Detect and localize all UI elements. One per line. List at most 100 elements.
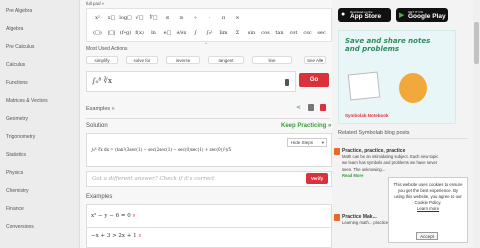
action-button-simplify[interactable]: simplify	[86, 56, 118, 64]
example-item[interactable]: x² − y − 6 = 0 ⌕	[91, 213, 136, 220]
go-button[interactable]: Go	[299, 73, 329, 87]
math-keyboard: x² x□ log□ √□ ∜□ ≤ ≥ ÷ · π ∞ (□) |□| (f∘g) f(x) ln e□ ∂/∂…	[86, 8, 332, 42]
keyboard-key[interactable]: ≤	[161, 13, 174, 23]
keyboard-key[interactable]: log□	[119, 13, 132, 23]
keyboard-key[interactable]: (f∘g)	[119, 28, 132, 38]
scrollbar-thumb[interactable]	[474, 22, 479, 64]
sidebar-item-functions[interactable]: Functions	[6, 80, 28, 86]
google-play-button[interactable]: ▶ GET IT ON Google Play	[396, 8, 448, 22]
verify-field[interactable]: Got a different answer? Check if it's co…	[86, 171, 332, 187]
solution-box: ∫₀⁸ ∛x dx = (tan²(3sec(1) − sec(2sec(1) …	[86, 133, 332, 167]
bookmark-icon[interactable]	[285, 79, 289, 86]
promo-title: Save and share notes and problems	[345, 37, 431, 53]
search-icon: ⌕	[130, 213, 136, 219]
keyboard-key[interactable]: |□|	[105, 28, 118, 38]
sidebar-item-trigonometry[interactable]: Trigonometry	[6, 134, 35, 140]
app-store-button[interactable]: ● Download on the App Store	[338, 8, 391, 22]
keyboard-expand-icon[interactable]: ⌄	[204, 40, 208, 46]
scrollbar[interactable]	[473, 0, 480, 248]
see-all-select[interactable]: See All ▾	[304, 56, 326, 64]
solution-result: ∫₀⁸ ∛x dx = (tan²(3sec(1) − sec(2sec(1) …	[91, 148, 232, 153]
keyboard-key[interactable]: ∜□	[147, 13, 160, 23]
keyboard-key[interactable]: ∞	[231, 13, 244, 23]
keyboard-key[interactable]: ∫	[189, 28, 202, 38]
keyboard-key[interactable]: ln	[147, 28, 160, 38]
apple-icon: ●	[341, 11, 346, 18]
keyboard-key[interactable]: csc	[301, 28, 314, 38]
divider	[87, 227, 331, 228]
post-body: Math can be an intimidating subject. Eac…	[342, 154, 439, 172]
keyboard-key[interactable]: x□	[105, 13, 118, 23]
action-button-solve-for[interactable]: solve for	[126, 56, 158, 64]
keyboard-key[interactable]: Σ	[231, 28, 244, 38]
print-icon[interactable]	[308, 104, 314, 111]
full-pad-link[interactable]: full pad »	[86, 1, 104, 6]
example-item[interactable]: −x + 3 > 2x + 1 ⌕	[91, 233, 141, 240]
actions-heading: Most Used Actions	[86, 46, 128, 52]
sidebar-item-pre-calculus[interactable]: Pre Calculus	[6, 44, 34, 50]
notebook-illustration	[347, 71, 381, 101]
keyboard-key[interactable]: tan	[273, 28, 286, 38]
sidebar-item-finance[interactable]: Finance	[6, 206, 24, 212]
chevron-down-icon: ▾	[320, 58, 323, 63]
app-store-label: App Store	[350, 13, 382, 20]
divider	[338, 138, 468, 139]
example-text: x² − y − 6 = 0	[91, 213, 131, 219]
solution-heading: Solution	[86, 123, 108, 129]
verify-button[interactable]: Verify	[306, 173, 328, 184]
sidebar-item-matrices-vectors[interactable]: Matrices & Vectors	[6, 98, 48, 104]
sidebar: Pre Algebra Algebra Pre Calculus Calculu…	[0, 0, 80, 248]
keyboard-key[interactable]: sec	[315, 28, 328, 38]
pdf-icon[interactable]	[320, 104, 326, 111]
blog-post[interactable]: Practice, practice, practice Math can be…	[334, 148, 442, 179]
examples-box: x² − y − 6 = 0 ⌕ −x + 3 > 2x + 1 ⌕	[86, 204, 332, 248]
promo-banner[interactable]: Save and share notes and problems Symbol…	[338, 30, 456, 124]
keyboard-key[interactable]: x²	[91, 13, 104, 23]
keyboard-key[interactable]: cot	[287, 28, 300, 38]
examples-heading: Examples	[86, 194, 113, 200]
accept-button[interactable]: Accept	[416, 232, 438, 240]
example-text: −x + 3 > 2x + 1	[91, 233, 137, 239]
sidebar-item-calculus[interactable]: Calculus	[6, 62, 25, 68]
search-icon: ⌕	[136, 233, 142, 239]
action-button-line[interactable]: line	[252, 56, 292, 64]
sidebar-item-algebra[interactable]: Algebra	[6, 26, 23, 32]
expression-text: ∫₀⁸ ∛x	[92, 77, 112, 85]
promo-brand: Symbolab Notebook	[345, 113, 389, 118]
google-label: Google Play	[408, 13, 446, 20]
learn-more-link[interactable]: Learn more	[393, 206, 463, 212]
keyboard-key[interactable]: π	[217, 13, 230, 23]
keyboard-key[interactable]: lim	[217, 28, 230, 38]
keyboard-key[interactable]: √□	[133, 13, 146, 23]
keyboard-key[interactable]: f(x)	[133, 28, 146, 38]
blog-heading: Related Symbolab blog posts	[338, 130, 410, 136]
verify-placeholder: Got a different answer? Check if it's co…	[92, 176, 215, 182]
keyboard-key[interactable]: sin	[245, 28, 258, 38]
keyboard-key[interactable]: e□	[161, 28, 174, 38]
keep-practicing-link[interactable]: Keep Practicing »	[281, 123, 331, 129]
hide-steps-select[interactable]: Hide Steps ▾	[287, 138, 327, 147]
keyboard-key[interactable]: cos	[259, 28, 272, 38]
keyboard-key[interactable]: ∫₀¹	[203, 28, 216, 38]
divider	[86, 118, 330, 119]
mascot-illustration	[399, 73, 427, 103]
sidebar-item-physics[interactable]: Physics	[6, 170, 23, 176]
action-button-inverse[interactable]: inverse	[166, 56, 200, 64]
share-icon[interactable]: ⋖	[296, 104, 301, 111]
expression-input[interactable]: ∫₀⁸ ∛x	[86, 71, 296, 92]
sidebar-item-pre-algebra[interactable]: Pre Algebra	[6, 8, 32, 14]
keyboard-key[interactable]: ∂/∂x	[175, 28, 188, 38]
keyboard-key[interactable]: ·	[203, 13, 216, 23]
sidebar-item-statistics[interactable]: Statistics	[6, 152, 26, 158]
see-all-label: See All	[307, 58, 322, 63]
hide-steps-label: Hide Steps	[291, 140, 314, 145]
sidebar-item-conversions[interactable]: Conversions	[6, 224, 34, 230]
sidebar-item-chemistry[interactable]: Chemistry	[6, 188, 29, 194]
play-icon: ▶	[399, 12, 405, 19]
keyboard-key[interactable]: ÷	[189, 13, 202, 23]
keyboard-key[interactable]: ≥	[175, 13, 188, 23]
keyboard-key[interactable]: (□)	[91, 28, 104, 38]
sidebar-item-geometry[interactable]: Geometry	[6, 116, 28, 122]
examples-link[interactable]: Examples »	[86, 106, 115, 112]
action-button-tangent[interactable]: tangent	[208, 56, 244, 64]
